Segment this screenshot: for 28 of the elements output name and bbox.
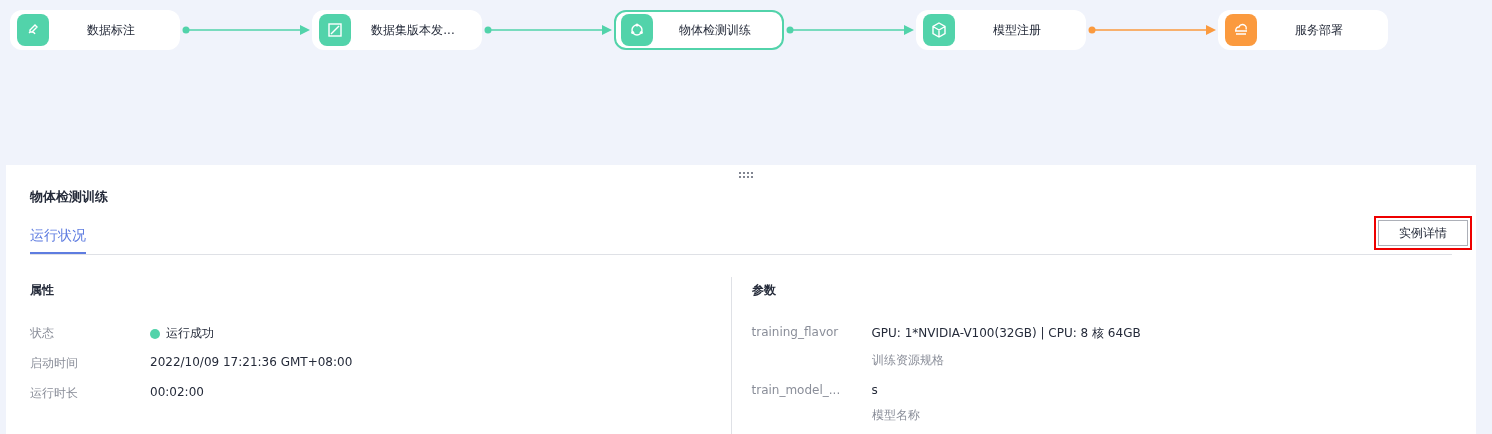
property-value: 2022/10/09 17:21:36 GMT+08:00 [150,355,353,369]
parameter-description: 模型名称 [871,407,920,424]
parameter-description: 训练资源规格 [871,352,945,369]
pipeline-node[interactable]: 服务部署 [1218,10,1388,50]
drag-handle-icon[interactable] [738,171,754,179]
property-value: 运行成功 [166,325,214,342]
node-label: 数据集版本发... [370,21,456,39]
pipeline-node[interactable]: 数据标注 [10,10,180,50]
instance-details-button[interactable]: 实例详情 [1378,220,1468,246]
property-label: 启动时间 [30,355,79,372]
section-heading: 属性 [30,282,55,299]
pipeline-node[interactable]: 数据集版本发... [312,10,482,50]
panel-title: 物体检测训练 [30,188,108,206]
pipeline-node[interactable]: 模型注册 [916,10,1086,50]
pipeline-node[interactable]: 物体检测训练 [614,10,784,50]
parameter-label: train_model_... [751,383,842,399]
parameter-value: GPU: 1*NVIDIA-V100(32GB) | CPU: 8 核 64GB [871,325,1141,342]
tab[interactable]: 运行状况 [30,223,86,254]
section-heading: 参数 [751,282,777,299]
property-label: 运行时长 [30,385,79,402]
node-label: 数据标注 [86,21,136,39]
node-label: 物体检测训练 [678,21,752,39]
parameter-label: training_flavor [751,325,840,341]
property-label: 状态 [30,325,55,342]
parameter-value: s [871,383,879,397]
node-label: 模型注册 [992,21,1042,39]
property-value: 00:02:00 [150,385,204,399]
node-label: 服务部署 [1294,21,1344,39]
